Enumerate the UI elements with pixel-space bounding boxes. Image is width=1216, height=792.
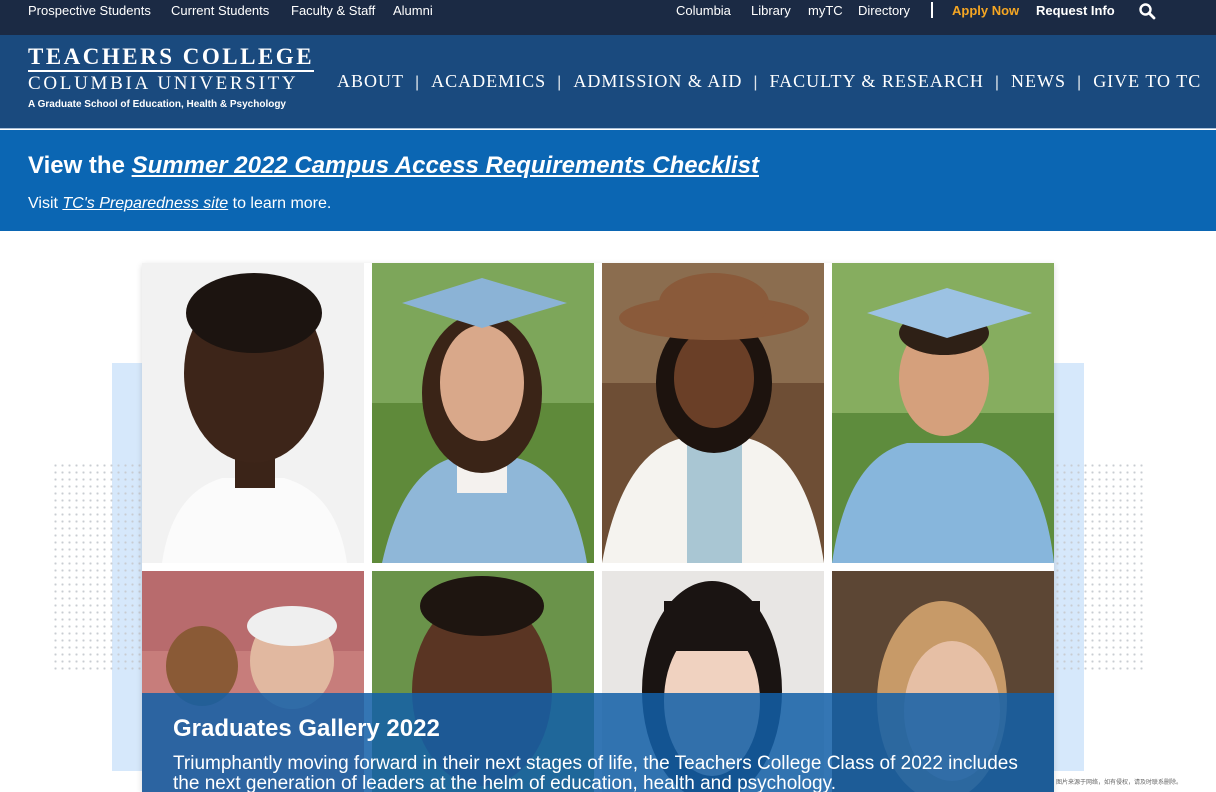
- main-nav: ABOUT | ACADEMICS | ADMISSION & AID | FACULTY …: [337, 71, 1201, 92]
- graduate-photo-2: [372, 263, 594, 563]
- dot-pattern-right: [1054, 462, 1144, 672]
- preparedness-site-link[interactable]: TC's Preparedness site: [62, 195, 228, 212]
- utility-bar: Prospective Students Current Students Fa…: [0, 0, 1216, 35]
- nav-divider: |: [557, 74, 563, 91]
- link-faculty-staff[interactable]: Faculty & Staff: [291, 3, 375, 18]
- logo-line2: COLUMBIA UNIVERSITY: [28, 73, 299, 94]
- graduate-photo-4: [832, 263, 1054, 563]
- gallery-caption: Graduates Gallery 2022 Triumphantly movi…: [142, 693, 1054, 792]
- nav-divider: |: [415, 74, 421, 91]
- utility-divider: [931, 2, 933, 18]
- link-alumni[interactable]: Alumni: [393, 3, 433, 18]
- site-header: TEACHERS COLLEGE COLUMBIA UNIVERSITY A G…: [0, 35, 1216, 129]
- gallery-description: Triumphantly moving forward in their nex…: [173, 753, 1018, 792]
- search-icon[interactable]: [1138, 2, 1156, 20]
- nav-divider: |: [994, 74, 1001, 91]
- graduate-photo-1: [142, 263, 364, 563]
- gallery-title[interactable]: Graduates Gallery 2022: [173, 715, 440, 743]
- apply-now-link[interactable]: Apply Now: [952, 3, 1019, 18]
- nav-about[interactable]: ABOUT: [337, 71, 404, 92]
- link-prospective-students[interactable]: Prospective Students: [28, 3, 151, 18]
- graduates-gallery-card[interactable]: Graduates Gallery 2022 Triumphantly movi…: [142, 263, 1054, 792]
- alert-banner: View the Summer 2022 Campus Access Requi…: [0, 130, 1216, 231]
- logo-rule: [28, 70, 314, 72]
- link-current-students[interactable]: Current Students: [171, 3, 269, 18]
- logo-tagline: A Graduate School of Education, Health &…: [28, 99, 286, 110]
- nav-divider: |: [1077, 74, 1083, 91]
- alert-heading: View the Summer 2022 Campus Access Requi…: [28, 152, 759, 180]
- nav-faculty-research[interactable]: FACULTY & RESEARCH: [770, 71, 984, 92]
- nav-divider: |: [753, 74, 759, 91]
- campus-access-checklist-link[interactable]: Summer 2022 Campus Access Requirements C…: [132, 152, 759, 179]
- tc-logo[interactable]: TEACHERS COLLEGE COLUMBIA UNIVERSITY A G…: [28, 45, 318, 110]
- link-library[interactable]: Library: [751, 3, 791, 18]
- alert-heading-prefix: View the: [28, 152, 132, 179]
- alert-subtext: Visit TC's Preparedness site to learn mo…: [28, 195, 331, 213]
- alert-sub-prefix: Visit: [28, 195, 63, 212]
- logo-line1: TEACHERS COLLEGE: [28, 44, 315, 69]
- link-columbia[interactable]: Columbia: [676, 3, 731, 18]
- graduate-photo-3: [602, 263, 824, 563]
- nav-give-to-tc[interactable]: GIVE TO TC: [1093, 71, 1201, 92]
- nav-academics[interactable]: ACADEMICS: [431, 71, 546, 92]
- link-mytc[interactable]: myTC: [808, 3, 843, 18]
- watermark-notice: 图片来源于网络，如有侵权，请及时联系删除。: [1056, 780, 1183, 786]
- nav-news[interactable]: NEWS: [1011, 71, 1066, 92]
- request-info-link[interactable]: Request Info: [1036, 3, 1115, 18]
- link-directory[interactable]: Directory: [858, 3, 910, 18]
- alert-sub-suffix: to learn more.: [228, 195, 332, 212]
- dot-pattern-left: [52, 462, 142, 672]
- nav-admission-aid[interactable]: ADMISSION & AID: [573, 71, 742, 92]
